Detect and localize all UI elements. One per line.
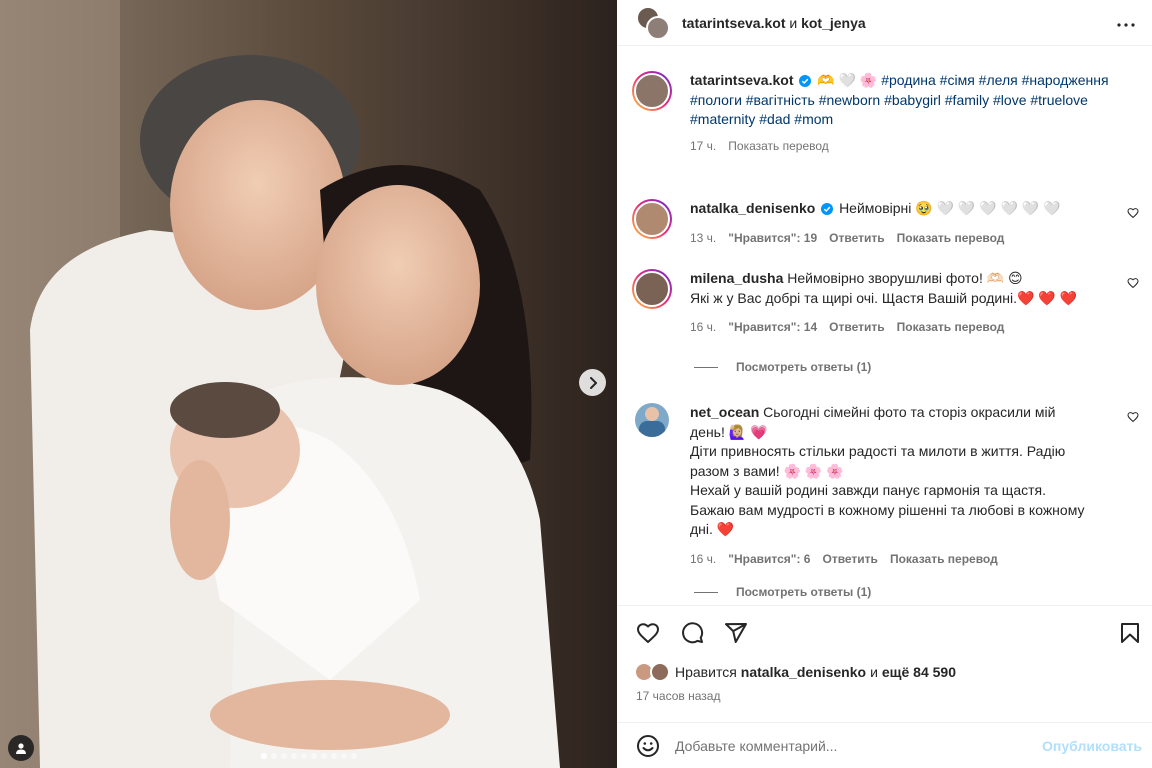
- caption-emojis: 🫶 🤍 🌸: [817, 72, 878, 88]
- view-replies-label: Посмотреть ответы (1): [736, 585, 872, 599]
- action-bar: [618, 605, 1152, 660]
- liker-username[interactable]: natalka_denisenko: [741, 664, 866, 680]
- reply-button[interactable]: Ответить: [822, 550, 877, 570]
- carousel-dot: [340, 753, 347, 759]
- chevron-right-icon: [589, 376, 597, 389]
- like-comment-icon[interactable]: [1127, 411, 1139, 423]
- comments-list[interactable]: tatarintseva.kot 🫶 🤍 🌸 #родина #сімя #ле…: [618, 47, 1152, 604]
- carousel-dot: [350, 753, 357, 759]
- comment-item: natalka_denisenko Неймовірні 🥹 🤍 🤍 🤍 🤍 🤍…: [632, 199, 1139, 249]
- view-replies-label: Посмотреть ответы (1): [736, 360, 872, 374]
- view-replies-button[interactable]: Посмотреть ответы (1): [694, 585, 871, 599]
- carousel-dot: [260, 753, 267, 759]
- comment-text-line: Діти привносять стільки радості та милот…: [690, 443, 1066, 479]
- comment-username[interactable]: natalka_denisenko: [690, 200, 815, 216]
- comment-input[interactable]: [675, 737, 1015, 754]
- avatar[interactable]: [635, 403, 669, 437]
- like-comment-icon[interactable]: [1127, 277, 1139, 289]
- author-link[interactable]: tatarintseva.kot: [682, 15, 785, 31]
- avatar: [646, 15, 670, 40]
- avatar[interactable]: [632, 71, 672, 111]
- comment-time: 16 ч.: [690, 551, 717, 566]
- reply-button[interactable]: Ответить: [829, 229, 884, 249]
- likers-avatars: [634, 662, 672, 682]
- comment-item: net_ocean Сьогодні сімейні фото та сторі…: [634, 403, 1139, 569]
- comment-username[interactable]: net_ocean: [690, 404, 759, 420]
- verified-badge-icon: [821, 203, 834, 215]
- carousel-dot: [310, 753, 317, 759]
- comment-text: Неймовірні 🥹 🤍 🤍 🤍 🤍 🤍 🤍: [839, 200, 1061, 216]
- carousel-dot: [290, 753, 297, 759]
- carousel-dot: [330, 753, 337, 759]
- carousel-dot: [320, 753, 327, 759]
- comment-item: milena_dusha Неймовірно зворушливі фото!…: [632, 269, 1139, 338]
- comment-icon[interactable]: [679, 621, 705, 645]
- share-icon[interactable]: [723, 621, 749, 645]
- save-bookmark-icon[interactable]: [1117, 621, 1143, 645]
- comment-text-line: Які ж у Вас добрі та щирі очі. Щастя Ваш…: [690, 289, 1078, 306]
- caption-username[interactable]: tatarintseva.kot: [690, 72, 793, 88]
- verified-badge-icon: [799, 75, 812, 87]
- comment-likes[interactable]: "Нравится": 6: [728, 550, 810, 570]
- translate-button[interactable]: Показать перевод: [897, 229, 1005, 249]
- carousel-dot: [270, 753, 277, 759]
- publish-button[interactable]: Опубликовать: [1042, 738, 1142, 754]
- like-comment-icon[interactable]: [1127, 207, 1139, 219]
- next-photo-button[interactable]: [579, 369, 606, 396]
- carousel-dot: [280, 753, 287, 759]
- carousel-indicator: [0, 753, 617, 759]
- avatar[interactable]: [632, 199, 672, 239]
- comment-time: 13 ч.: [690, 230, 717, 245]
- comment-username[interactable]: milena_dusha: [690, 270, 783, 286]
- likes-conjunction: и: [870, 664, 878, 680]
- replies-divider: [694, 366, 718, 368]
- comment-text: Неймовірно зворушливі фото! 🫶🏻 😊: [787, 270, 1023, 286]
- likes-count[interactable]: ещё 84 590: [882, 664, 956, 680]
- post-photo: [0, 0, 617, 768]
- post-dialog: tatarintseva.kot и kot_jenya tatarintsev…: [0, 0, 1152, 768]
- avatar: [650, 662, 670, 682]
- replies-divider: [694, 591, 718, 593]
- post-header: tatarintseva.kot и kot_jenya: [618, 0, 1152, 46]
- emoji-icon[interactable]: [636, 734, 660, 758]
- more-horizontal-icon: [1117, 23, 1135, 27]
- carousel-dot: [300, 753, 307, 759]
- caption-translate-link[interactable]: Показать перевод: [728, 137, 829, 157]
- author-avatars[interactable]: [636, 5, 670, 40]
- likes-prefix: Нравится: [675, 664, 737, 680]
- coauthor-link[interactable]: kot_jenya: [801, 15, 866, 31]
- like-post-icon[interactable]: [635, 621, 661, 645]
- authors-conjunction: и: [789, 14, 798, 31]
- likes-summary[interactable]: Нравится natalka_denisenko и ещё 84 590: [634, 662, 956, 682]
- comment-time: 16 ч.: [690, 320, 717, 334]
- comment-likes[interactable]: "Нравится": 14: [728, 318, 817, 338]
- add-comment-bar: Опубликовать: [618, 722, 1152, 768]
- post-authors: tatarintseva.kot и kot_jenya: [682, 15, 866, 31]
- comment-text-line: Нехай у вашій родині завжди панує гармон…: [690, 482, 1085, 537]
- family-photo: [0, 0, 617, 768]
- translate-button[interactable]: Показать перевод: [897, 318, 1005, 338]
- view-replies-button[interactable]: Посмотреть ответы (1): [694, 360, 871, 374]
- post-timestamp[interactable]: 17 часов назад: [636, 689, 720, 703]
- reply-button[interactable]: Ответить: [829, 318, 884, 338]
- avatar[interactable]: [632, 269, 672, 309]
- post-caption: tatarintseva.kot 🫶 🤍 🌸 #родина #сімя #ле…: [632, 71, 1139, 157]
- more-options-button[interactable]: [1114, 13, 1138, 40]
- translate-button[interactable]: Показать перевод: [890, 550, 998, 570]
- comment-likes[interactable]: "Нравится": 19: [728, 229, 817, 249]
- caption-time: 17 ч.: [690, 138, 717, 153]
